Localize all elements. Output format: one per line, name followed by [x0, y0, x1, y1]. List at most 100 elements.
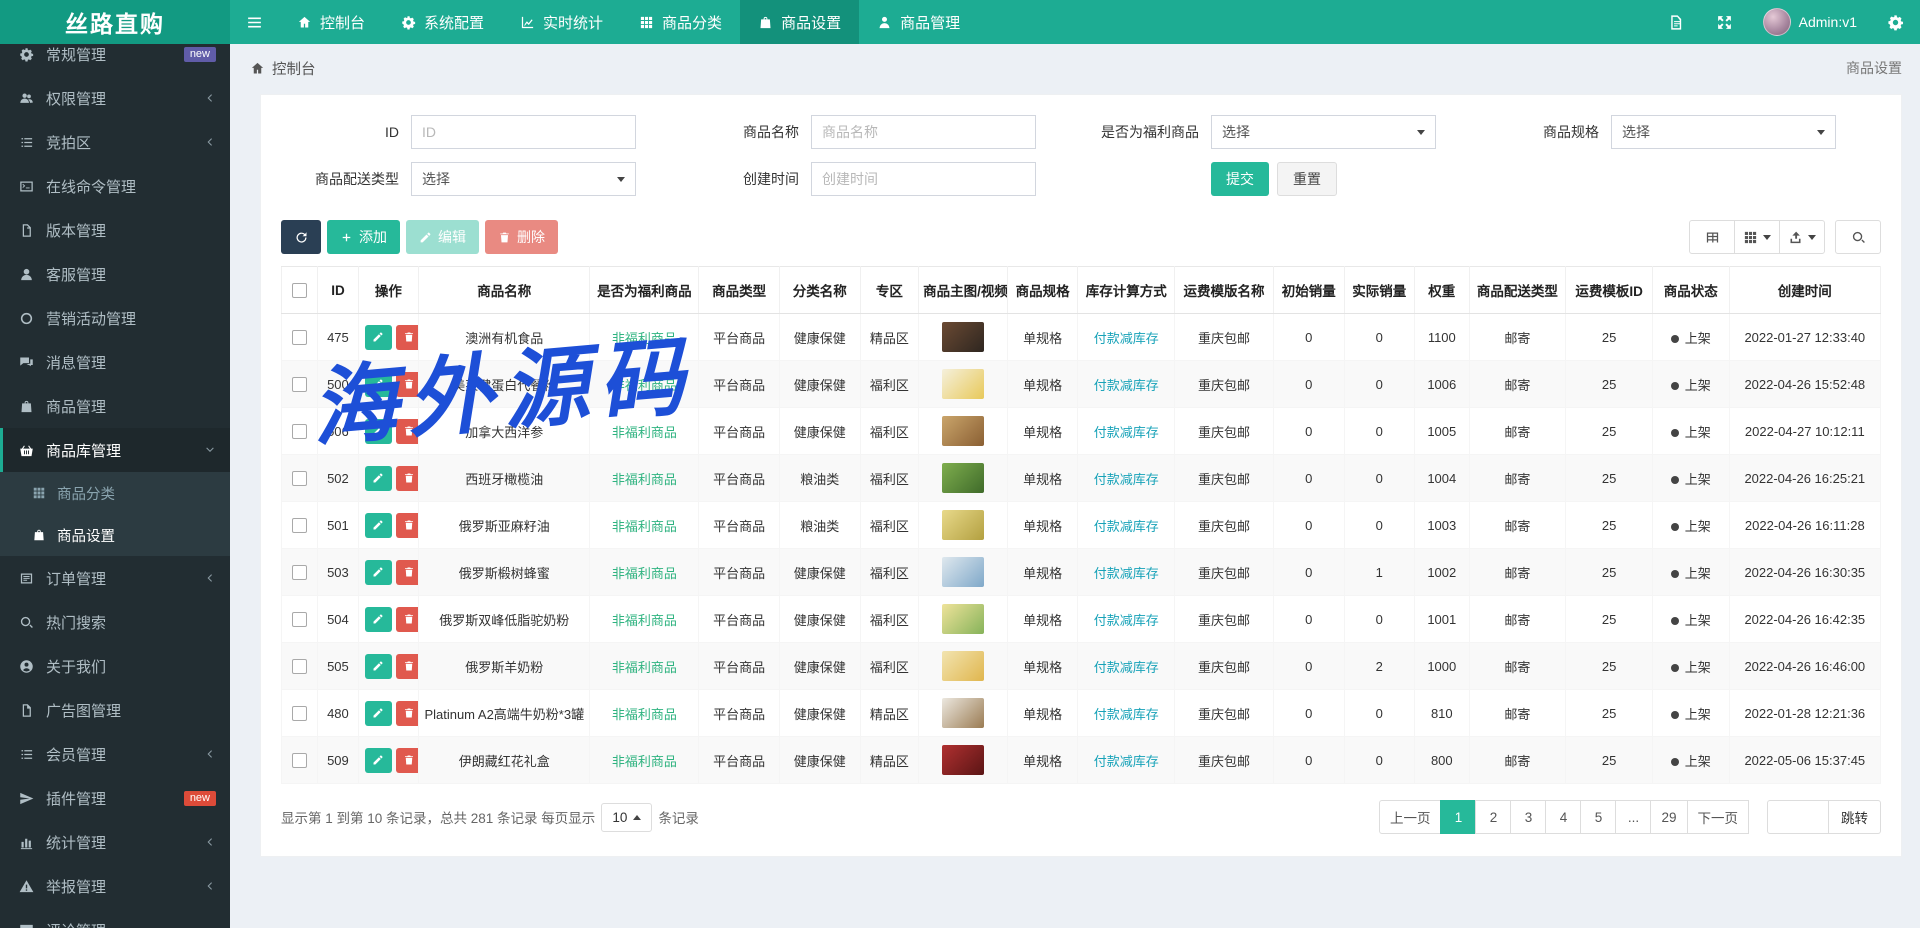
delete-row-button[interactable] [395, 747, 418, 773]
welfare-link[interactable]: 非福利商品 [612, 331, 677, 346]
page-29[interactable]: 29 [1650, 800, 1688, 834]
columns-button[interactable] [1734, 220, 1780, 254]
filter-select-goods-spec[interactable]: 选择 [1611, 115, 1836, 149]
sidebar-item-goods-manage[interactable]: 商品管理 [0, 384, 230, 428]
sidebar-item-goods-category[interactable]: 商品分类 [0, 472, 230, 514]
export-button[interactable] [1779, 220, 1825, 254]
page-jump-input[interactable] [1767, 800, 1829, 834]
row-checkbox[interactable] [292, 753, 308, 769]
stock-method-link[interactable]: 付款减库存 [1094, 472, 1159, 487]
edit-row-button[interactable] [364, 465, 392, 491]
stock-method-link[interactable]: 付款减库存 [1094, 425, 1159, 440]
welfare-link[interactable]: 非福利商品 [612, 519, 677, 534]
stock-method-link[interactable]: 付款减库存 [1094, 566, 1159, 581]
welfare-link[interactable]: 非福利商品 [612, 425, 677, 440]
stock-method-link[interactable]: 付款减库存 [1094, 331, 1159, 346]
stock-method-link[interactable]: 付款减库存 [1094, 754, 1159, 769]
sidebar-item-order[interactable]: 订单管理 [0, 556, 230, 600]
sidebar-item-about-us[interactable]: 关于我们 [0, 644, 230, 688]
nav-item-goods-settings[interactable]: 商品设置 [740, 0, 860, 44]
delete-row-button[interactable] [395, 606, 418, 632]
reset-button[interactable]: 重置 [1277, 162, 1337, 196]
sidebar-item-member[interactable]: 会员管理 [0, 732, 230, 776]
sidebar-item-message[interactable]: 消息管理 [0, 340, 230, 384]
sidebar-item-online-command[interactable]: 在线命令管理 [0, 164, 230, 208]
search-button[interactable] [1835, 220, 1881, 254]
page-prev[interactable]: 上一页 [1378, 800, 1442, 834]
welfare-link[interactable]: 非福利商品 [612, 566, 677, 581]
row-checkbox[interactable] [292, 706, 308, 722]
stock-method-link[interactable]: 付款减库存 [1094, 660, 1159, 675]
row-checkbox[interactable] [292, 377, 308, 393]
detail-view-button[interactable] [1689, 220, 1735, 254]
refresh-button[interactable] [281, 220, 321, 254]
user-menu[interactable]: Admin:v1 [1749, 0, 1871, 44]
filter-select-delivery-type[interactable]: 选择 [411, 162, 636, 196]
delete-row-button[interactable] [395, 653, 418, 679]
sidebar-toggle-button[interactable] [230, 0, 279, 44]
sidebar-item-general[interactable]: 常规管理 new [0, 44, 230, 76]
row-checkbox[interactable] [292, 471, 308, 487]
edit-row-button[interactable] [364, 418, 392, 444]
filter-input-goods-name[interactable] [811, 115, 1036, 149]
page-3[interactable]: 3 [1510, 800, 1547, 834]
sidebar-item-auction-zone[interactable]: 竞拍区 [0, 120, 230, 164]
page-4[interactable]: 4 [1545, 800, 1582, 834]
sidebar-item-customer-service[interactable]: 客服管理 [0, 252, 230, 296]
sidebar-item-permission[interactable]: 权限管理 [0, 76, 230, 120]
nav-item-goods-manage[interactable]: 商品管理 [859, 0, 978, 44]
delete-row-button[interactable] [395, 559, 418, 585]
nav-item-realtime-stats[interactable]: 实时统计 [502, 0, 621, 44]
page-size-select[interactable]: 10 [601, 802, 653, 832]
delete-row-button[interactable] [395, 700, 418, 726]
edit-row-button[interactable] [364, 606, 392, 632]
welfare-link[interactable]: 非福利商品 [612, 472, 677, 487]
welfare-link[interactable]: 非福利商品 [612, 754, 677, 769]
language-button[interactable] [1651, 0, 1700, 44]
breadcrumb[interactable]: 控制台 [250, 58, 316, 79]
row-checkbox[interactable] [292, 565, 308, 581]
page-jump-button[interactable]: 跳转 [1829, 800, 1881, 834]
stock-method-link[interactable]: 付款减库存 [1094, 378, 1159, 393]
welfare-link[interactable]: 非福利商品 [612, 378, 677, 393]
filter-input-id[interactable] [411, 115, 636, 149]
edit-row-button[interactable] [364, 324, 392, 350]
row-checkbox[interactable] [292, 659, 308, 675]
row-checkbox[interactable] [292, 612, 308, 628]
row-checkbox[interactable] [292, 518, 308, 534]
nav-item-system-config[interactable]: 系统配置 [383, 0, 502, 44]
nav-item-goods-category[interactable]: 商品分类 [621, 0, 740, 44]
edit-row-button[interactable] [364, 747, 392, 773]
sidebar-item-hot-search[interactable]: 热门搜索 [0, 600, 230, 644]
edit-row-button[interactable] [364, 371, 392, 397]
edit-button[interactable]: 编辑 [406, 220, 479, 254]
sidebar-item-goods-settings[interactable]: 商品设置 [0, 514, 230, 556]
welfare-link[interactable]: 非福利商品 [612, 707, 677, 722]
delete-row-button[interactable] [395, 371, 418, 397]
row-checkbox[interactable] [292, 330, 308, 346]
page-5[interactable]: 5 [1580, 800, 1617, 834]
stock-method-link[interactable]: 付款减库存 [1094, 519, 1159, 534]
sidebar-item-ad-image[interactable]: 广告图管理 [0, 688, 230, 732]
welfare-link[interactable]: 非福利商品 [612, 613, 677, 628]
delete-row-button[interactable] [395, 465, 418, 491]
page-1[interactable]: 1 [1440, 800, 1477, 834]
sidebar-item-version[interactable]: 版本管理 [0, 208, 230, 252]
page-2[interactable]: 2 [1475, 800, 1512, 834]
delete-button[interactable]: 删除 [485, 220, 558, 254]
fullscreen-button[interactable] [1700, 0, 1749, 44]
submit-button[interactable]: 提交 [1211, 162, 1269, 196]
edit-row-button[interactable] [364, 700, 392, 726]
row-checkbox[interactable] [292, 424, 308, 440]
delete-row-button[interactable] [395, 418, 418, 444]
sidebar-item-goods-store[interactable]: 商品库管理 [0, 428, 230, 472]
sidebar-item-marketing[interactable]: 营销活动管理 [0, 296, 230, 340]
add-button[interactable]: 添加 [327, 220, 400, 254]
sidebar-item-statistics[interactable]: 统计管理 [0, 820, 230, 864]
delete-row-button[interactable] [395, 512, 418, 538]
welfare-link[interactable]: 非福利商品 [612, 660, 677, 675]
stock-method-link[interactable]: 付款减库存 [1094, 613, 1159, 628]
stock-method-link[interactable]: 付款减库存 [1094, 707, 1159, 722]
settings-button[interactable] [1871, 0, 1920, 44]
edit-row-button[interactable] [364, 512, 392, 538]
